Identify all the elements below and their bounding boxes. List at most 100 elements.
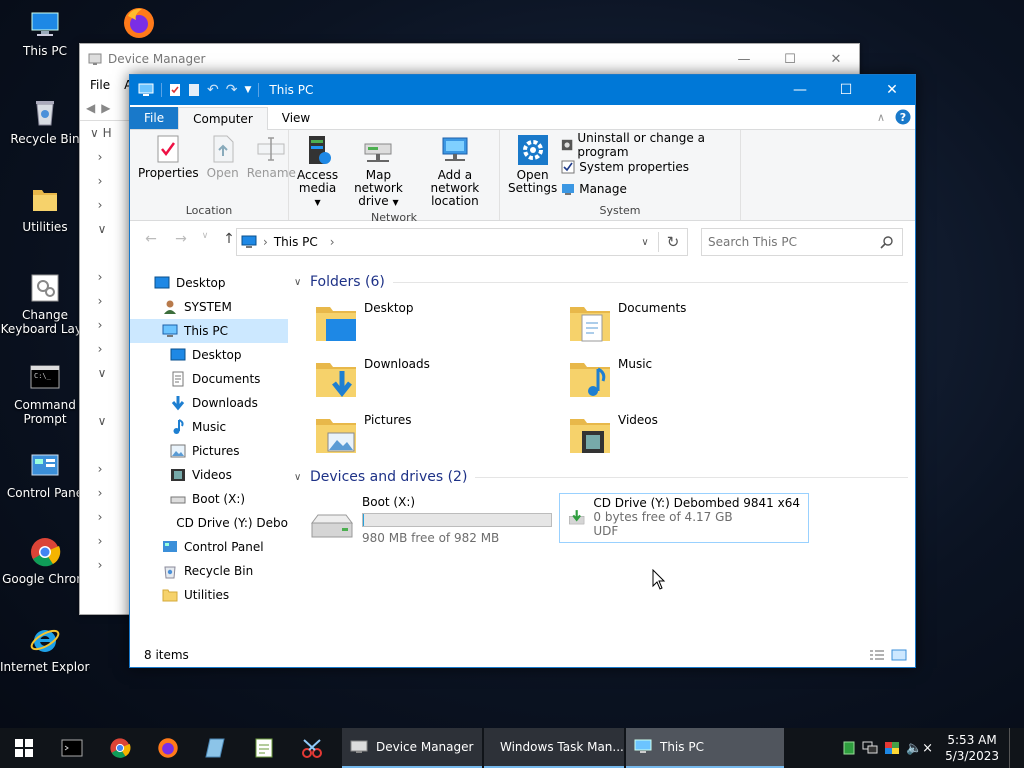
taskbar-firefox[interactable] [144, 728, 192, 768]
tab-view[interactable]: View [268, 107, 324, 129]
desktop-icon-change-keyboard-layout[interactable]: Change Keyboard Layo [0, 272, 90, 336]
breadcrumb-this-pc[interactable]: This PC [274, 235, 318, 249]
maximize-button[interactable]: ☐ [767, 52, 813, 67]
desktop-icon-label: Google Chrom [2, 572, 88, 586]
nav-item-documents[interactable]: Documents [130, 367, 288, 391]
taskbar-snipping-tool[interactable] [288, 728, 336, 768]
forward-arrow-icon[interactable]: ▶ [101, 101, 110, 115]
nav-item-boot-drive[interactable]: Boot (X:) [130, 487, 288, 511]
address-bar[interactable]: › This PC › ∨ ↻ [236, 228, 688, 256]
volume-muted-icon[interactable]: 🔈× [906, 741, 933, 756]
network-icon[interactable] [862, 741, 878, 755]
device-manager-titlebar[interactable]: Device Manager — ☐ ✕ [80, 44, 859, 74]
taskbar-command-prompt[interactable] [48, 728, 96, 768]
folder-documents[interactable]: Documents [568, 301, 686, 345]
manage-button[interactable]: Manage [561, 180, 736, 198]
nav-item-music[interactable]: Music [130, 415, 288, 439]
drive-free-space: 980 MB free of 982 MB [362, 531, 500, 545]
undo-icon[interactable]: ↶ [207, 82, 219, 98]
menu-file[interactable]: File [90, 78, 110, 92]
nav-item-label: Control Panel [184, 540, 264, 554]
address-dropdown-icon[interactable]: ∨ [632, 237, 658, 248]
qat-dropdown-icon[interactable]: ▼ [244, 85, 251, 95]
drive-cd[interactable]: CD Drive (Y:) Debombed 9841 x64 0 bytes … [559, 493, 809, 543]
minimize-button[interactable]: — [777, 82, 823, 98]
open-settings-button[interactable]: Open Settings [504, 134, 561, 202]
tab-file[interactable]: File [130, 107, 179, 129]
folder-downloads[interactable]: Downloads [314, 357, 430, 401]
uninstall-program-button[interactable]: Uninstall or change a program [561, 131, 736, 159]
taskbar-chrome[interactable] [96, 728, 144, 768]
nav-item-utilities[interactable]: Utilities [130, 583, 288, 607]
collapse-ribbon-icon[interactable]: ∧ [877, 111, 885, 124]
close-button[interactable]: ✕ [813, 52, 859, 67]
nav-item-downloads[interactable]: Downloads [130, 391, 288, 415]
desktop-icon-label: Recycle Bin [10, 132, 80, 146]
folder-music[interactable]: Music [568, 357, 652, 401]
nav-item-desktop[interactable]: Desktop [130, 343, 288, 367]
desktop-icon-control-panel[interactable]: Control Pane [0, 450, 90, 500]
desktop-icon-google-chrome[interactable]: Google Chrom [0, 536, 90, 586]
new-folder-icon[interactable] [188, 83, 200, 97]
taskbar-window-this-pc[interactable]: This PC [626, 728, 784, 768]
folder-videos[interactable]: Videos [568, 413, 658, 457]
nav-item-videos[interactable]: Videos [130, 463, 288, 487]
start-button[interactable] [0, 728, 48, 768]
battery-monitor-icon[interactable] [842, 741, 856, 755]
nav-item-system-user[interactable]: SYSTEM [130, 295, 288, 319]
taskbar-notes-app[interactable] [192, 728, 240, 768]
nav-item-pictures[interactable]: Pictures [130, 439, 288, 463]
nav-item-recycle-bin[interactable]: Recycle Bin [130, 559, 288, 583]
nav-item-cd-drive[interactable]: CD Drive (Y:) Debo [130, 511, 288, 535]
tab-computer[interactable]: Computer [178, 107, 268, 130]
properties-icon[interactable] [169, 83, 181, 97]
drive-boot[interactable]: Boot (X:) 980 MB free of 982 MB [308, 495, 552, 547]
nav-item-this-pc[interactable]: This PC [130, 319, 288, 343]
taskbar-window-device-manager[interactable]: Device Manager [342, 728, 482, 768]
color-palette-icon[interactable] [884, 741, 900, 755]
minimize-button[interactable]: — [721, 52, 767, 67]
taskbar-window-task-manager[interactable]: Windows Task Man... [484, 728, 624, 768]
firefox-desktop-icon[interactable] [122, 6, 156, 40]
desktop-icon-this-pc[interactable]: This PC [0, 8, 90, 58]
desktop-icon-internet-explorer[interactable]: Internet Explorer [0, 624, 90, 674]
desktop-icon-recycle-bin[interactable]: Recycle Bin [0, 96, 90, 146]
folders-section-header[interactable]: ∨ Folders (6) [294, 271, 908, 293]
open-button[interactable]: Open [203, 134, 243, 202]
videos-folder-icon [570, 419, 610, 453]
desktop-icon-command-prompt[interactable]: C:\_ Command Prompt [0, 362, 90, 426]
close-button[interactable]: ✕ [869, 82, 915, 98]
show-desktop-button[interactable] [1009, 728, 1014, 768]
search-box[interactable] [701, 228, 903, 256]
explorer-titlebar[interactable]: ↶ ↷ ▼ This PC — ☐ ✕ [130, 75, 915, 105]
manage-icon [562, 184, 575, 195]
recent-locations-icon[interactable]: ∨ [198, 231, 212, 247]
search-icon[interactable] [880, 235, 894, 249]
folder-desktop[interactable]: Desktop [314, 301, 414, 345]
desktop-icon-utilities[interactable]: Utilities [0, 184, 90, 234]
details-view-icon[interactable] [869, 649, 885, 661]
desktop-folder-icon [316, 307, 356, 341]
large-icons-view-icon[interactable] [891, 649, 907, 661]
clock[interactable]: 5:53 AM 5/3/2023 [945, 732, 999, 764]
back-arrow-icon[interactable]: ◀ [86, 101, 95, 115]
forward-button[interactable]: → [168, 231, 194, 247]
map-network-drive-button[interactable]: Map network drive ▼ [342, 134, 415, 209]
folder-pictures[interactable]: Pictures [314, 413, 412, 457]
breadcrumb-separator-icon[interactable]: › [330, 235, 335, 249]
nav-item-control-panel[interactable]: Control Panel [130, 535, 288, 559]
access-media-button[interactable]: Access media ▼ [293, 134, 342, 209]
help-icon[interactable]: ? [895, 109, 911, 125]
redo-icon[interactable]: ↷ [226, 82, 238, 98]
file-explorer-window[interactable]: ↶ ↷ ▼ This PC — ☐ ✕ File Computer View ∧… [129, 74, 916, 668]
back-button[interactable]: ← [138, 231, 164, 247]
properties-button[interactable]: Properties [134, 134, 203, 202]
system-properties-button[interactable]: System properties [561, 158, 736, 176]
search-input[interactable] [702, 234, 880, 250]
taskbar-notepad[interactable] [240, 728, 288, 768]
drives-section-header[interactable]: ∨ Devices and drives (2) [294, 466, 908, 488]
add-network-location-button[interactable]: Add a network location [415, 134, 495, 209]
refresh-icon[interactable]: ↻ [659, 233, 687, 251]
maximize-button[interactable]: ☐ [823, 82, 869, 98]
nav-item-desktop-root[interactable]: Desktop [130, 271, 288, 295]
